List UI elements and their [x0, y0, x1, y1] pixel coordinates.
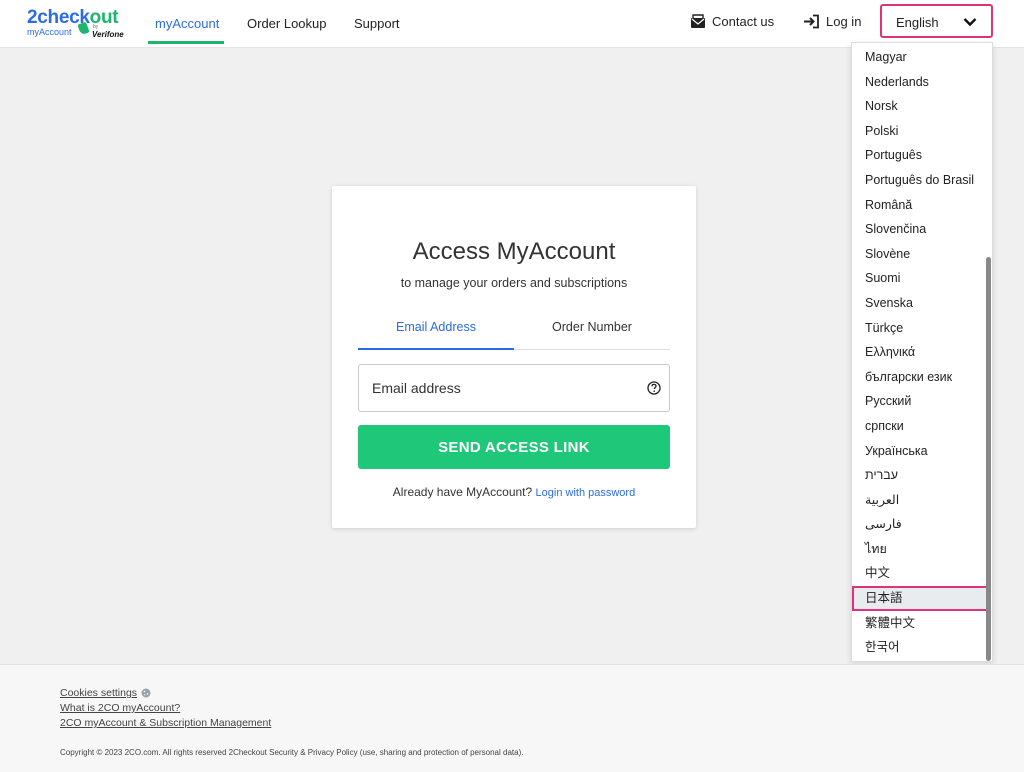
- language-option[interactable]: Polski: [852, 119, 990, 144]
- page-footer: Cookies settings What is 2CO myAccount? …: [0, 664, 1024, 772]
- language-option[interactable]: Svenska: [852, 291, 990, 316]
- language-option[interactable]: Ελληνικά: [852, 340, 990, 365]
- language-option[interactable]: 中文: [852, 561, 990, 586]
- send-access-link-button[interactable]: SEND ACCESS LINK: [358, 425, 670, 469]
- language-option[interactable]: српски: [852, 414, 990, 439]
- language-dropdown[interactable]: Magyar Nederlands Norsk Polski Português Port…: [851, 42, 993, 662]
- help-icon[interactable]: [647, 381, 661, 395]
- logo-subtitle: myAccount: [27, 27, 72, 37]
- login-with-password-link[interactable]: Login with password: [536, 487, 636, 499]
- language-option[interactable]: Türkçe: [852, 316, 990, 341]
- page-title: Access MyAccount: [412, 238, 616, 265]
- language-option[interactable]: Slovène: [852, 242, 990, 267]
- language-select-value: English: [896, 15, 939, 30]
- nav-support[interactable]: Support: [354, 16, 400, 31]
- language-option[interactable]: български език: [852, 365, 990, 390]
- already-text: Already have MyAccount?: [392, 485, 533, 499]
- language-option[interactable]: Suomi: [852, 266, 990, 291]
- language-option[interactable]: Português do Brasil: [852, 168, 990, 193]
- cookie-icon[interactable]: [141, 688, 151, 698]
- copyright-text: Copyright © 2023 2CO.com. All rights res…: [60, 748, 524, 757]
- language-option[interactable]: العربية: [852, 488, 990, 513]
- language-option[interactable]: Українська: [852, 439, 990, 464]
- language-option[interactable]: 繁體中文: [852, 611, 990, 636]
- language-option[interactable]: Norsk: [852, 94, 990, 119]
- language-option[interactable]: Magyar: [852, 45, 990, 70]
- access-card: Access MyAccount to manage your orders a…: [332, 186, 696, 528]
- language-option[interactable]: ไทย: [852, 537, 990, 562]
- log-in-link[interactable]: Log in: [803, 14, 861, 29]
- language-option[interactable]: Русский: [852, 389, 990, 414]
- language-option[interactable]: עברית: [852, 463, 990, 488]
- tab-active-indicator: [358, 348, 514, 350]
- language-option[interactable]: 한국어: [852, 635, 990, 660]
- 2checkout-logo[interactable]: 2checkout myAccount by Verifone: [27, 7, 137, 41]
- already-have-account: Already have MyAccount? Login with passw…: [332, 485, 696, 499]
- language-select[interactable]: English: [880, 4, 993, 38]
- cookies-settings-link[interactable]: Cookies settings: [60, 687, 137, 699]
- nav-myaccount[interactable]: myAccount: [155, 16, 219, 31]
- language-option[interactable]: Slovenčina: [852, 217, 990, 242]
- dropdown-scrollbar[interactable]: [986, 257, 991, 661]
- chevron-down-icon: [963, 18, 977, 27]
- language-option[interactable]: فارسی: [852, 512, 990, 537]
- what-is-2co-link[interactable]: What is 2CO myAccount?: [60, 702, 180, 714]
- contact-us-link[interactable]: Contact us: [690, 14, 774, 29]
- envelope-icon: [691, 14, 705, 28]
- language-list: Magyar Nederlands Norsk Polski Português Port…: [852, 45, 990, 660]
- nav-active-underline: [148, 41, 224, 44]
- language-option[interactable]: 日本語: [852, 586, 990, 611]
- subscription-management-link[interactable]: 2CO myAccount & Subscription Management: [60, 717, 271, 729]
- log-in-label: Log in: [826, 14, 862, 29]
- logo-verifone: Verifone: [92, 30, 124, 39]
- contact-us-label: Contact us: [712, 14, 775, 29]
- login-icon: [804, 14, 819, 29]
- tab-order-number[interactable]: Order Number: [514, 320, 670, 334]
- top-header: 2checkout myAccount by Verifone myAccoun…: [0, 0, 1024, 48]
- page-subtitle: to manage your orders and subscriptions: [400, 276, 628, 290]
- language-option[interactable]: Português: [852, 143, 990, 168]
- tab-email-address[interactable]: Email Address: [358, 320, 514, 334]
- language-option[interactable]: Română: [852, 193, 990, 218]
- nav-order-lookup[interactable]: Order Lookup: [247, 16, 327, 31]
- email-input[interactable]: [358, 364, 670, 412]
- language-option[interactable]: Nederlands: [852, 70, 990, 95]
